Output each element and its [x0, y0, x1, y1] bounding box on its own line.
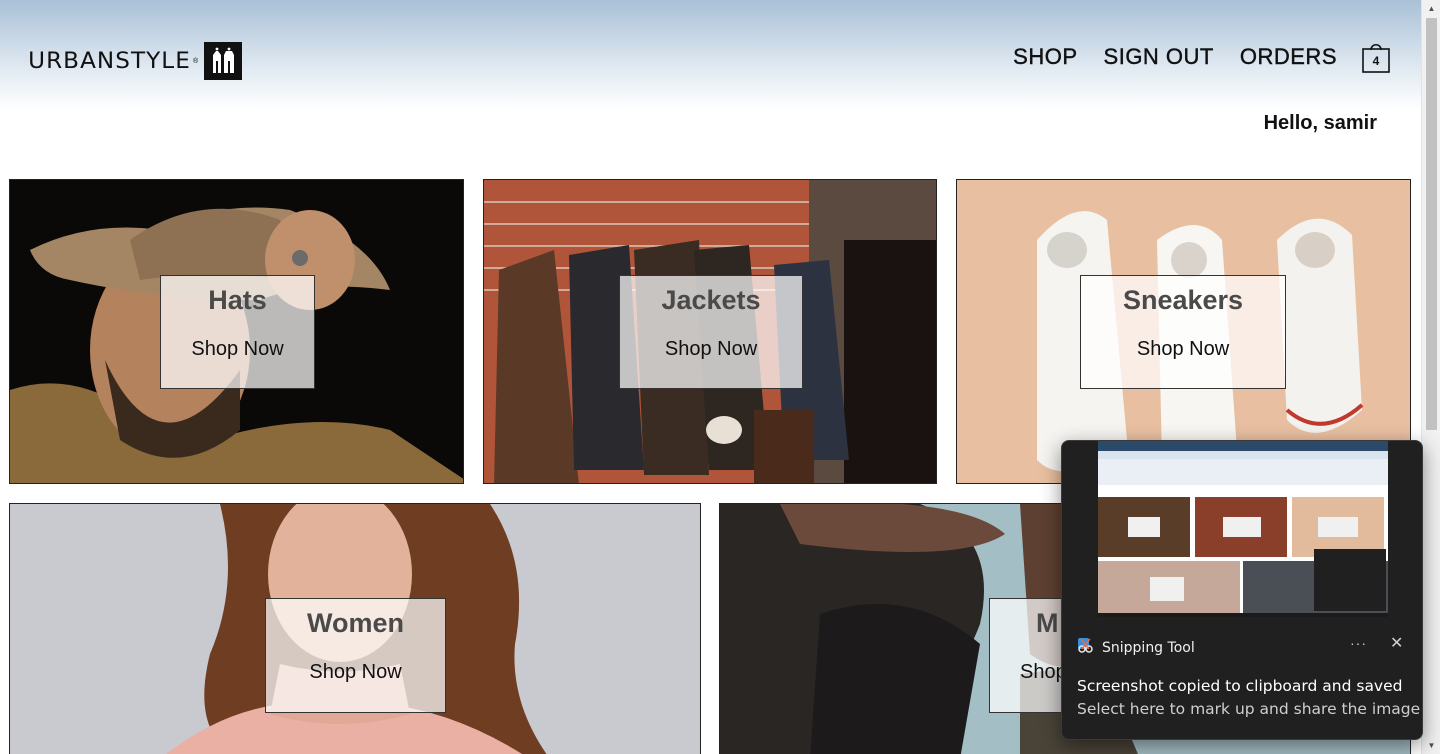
- category-title: Women: [306, 608, 404, 638]
- more-options-icon[interactable]: ···: [1350, 635, 1367, 651]
- brand-registered-mark: ®: [193, 57, 199, 65]
- nav-orders[interactable]: ORDERS: [1240, 44, 1337, 70]
- scroll-down-arrow-icon[interactable]: ▼: [1422, 737, 1440, 754]
- snipping-tool-notification[interactable]: Snipping Tool ··· ✕ Screenshot copied to…: [1061, 440, 1423, 740]
- toast-title: Screenshot copied to clipboard and saved: [1077, 677, 1403, 695]
- screenshot-preview-image: [1098, 441, 1388, 617]
- shop-now-link[interactable]: Shop Now: [1081, 338, 1285, 361]
- category-tile-sneakers[interactable]: Sneakers Shop Now: [956, 179, 1411, 484]
- nav-shop[interactable]: SHOP: [1013, 44, 1077, 70]
- category-label-sneakers: Sneakers Shop Now: [1080, 275, 1286, 389]
- category-tile-women[interactable]: Women Shop Now: [9, 503, 701, 754]
- brand-name: URBANSTYLE: [28, 48, 191, 74]
- vertical-scrollbar[interactable]: ▲ ▼: [1421, 0, 1440, 754]
- category-tile-jackets[interactable]: Jackets Shop Now: [483, 179, 937, 484]
- scroll-thumb[interactable]: [1426, 18, 1437, 430]
- shop-now-link[interactable]: Shop Now: [161, 338, 314, 361]
- main-nav: SHOP SIGN OUT ORDERS 4: [1013, 40, 1391, 74]
- shop-now-link[interactable]: Shop Now: [620, 338, 802, 361]
- site-header: URBANSTYLE ® SHOP SIGN OUT ORDERS 4: [0, 0, 1421, 110]
- category-label-hats: Hats Shop Now: [160, 275, 315, 389]
- page: URBANSTYLE ® SHOP SIGN OUT ORDERS 4 Hell…: [0, 0, 1440, 754]
- category-label-women: Women Shop Now: [265, 598, 446, 713]
- close-icon[interactable]: ✕: [1390, 633, 1403, 653]
- hanger-clothes-icon: [204, 42, 243, 80]
- toast-app-name: Snipping Tool: [1102, 639, 1195, 656]
- category-label-jackets: Jackets Shop Now: [619, 275, 803, 389]
- toast-header: Snipping Tool: [1076, 636, 1195, 659]
- category-title: Jackets: [661, 285, 761, 315]
- cart-count: 4: [1372, 54, 1380, 68]
- cart-button[interactable]: 4: [1361, 40, 1391, 74]
- scroll-up-arrow-icon[interactable]: ▲: [1422, 0, 1440, 17]
- toast-subtitle: Select here to mark up and share the ima…: [1077, 700, 1421, 718]
- user-greeting: Hello, samir: [1263, 112, 1377, 134]
- nav-sign-out[interactable]: SIGN OUT: [1103, 44, 1214, 70]
- category-title: Sneakers: [1122, 285, 1244, 315]
- shop-now-link[interactable]: Shop Now: [266, 661, 445, 684]
- category-tile-hats[interactable]: Hats Shop Now: [9, 179, 464, 484]
- brand-logo[interactable]: URBANSTYLE ®: [28, 42, 243, 80]
- category-title: Hats: [208, 285, 267, 315]
- snipping-tool-app-icon: [1076, 636, 1094, 659]
- screenshot-thumbnail[interactable]: [1098, 441, 1388, 617]
